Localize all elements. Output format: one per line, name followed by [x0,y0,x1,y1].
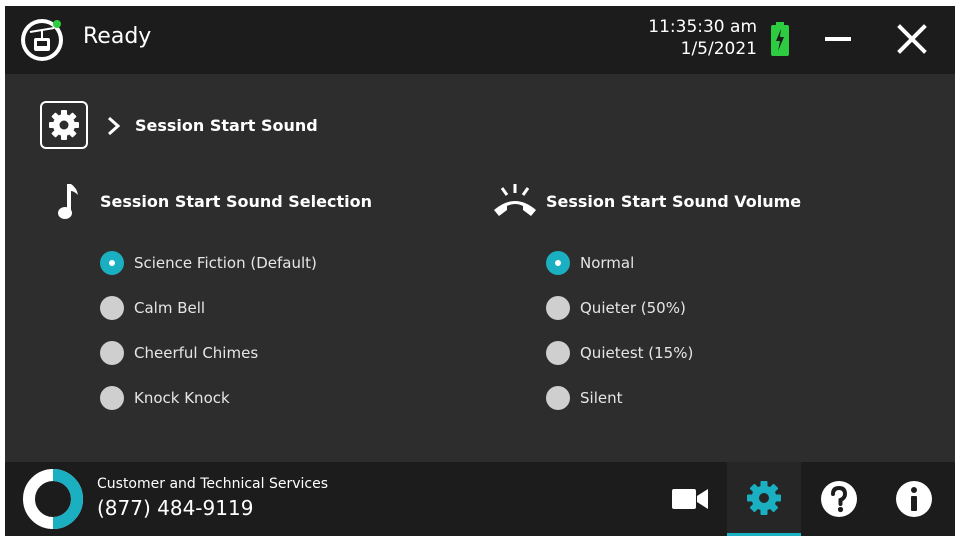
volume-option-quietest[interactable]: Quietest (15%) [546,338,693,368]
support-label: Customer and Technical Services [97,476,329,492]
radio-unselected-icon [100,296,124,320]
option-label: Calm Bell [134,299,206,317]
option-label: Science Fiction (Default) [134,254,317,272]
settings-home-button[interactable] [40,101,88,149]
option-label: Cheerful Chimes [134,344,259,362]
battery-charging-icon [771,22,789,56]
time-text: 11:35:30 am [648,17,757,37]
option-label: Knock Knock [134,389,230,407]
support-phone: (877) 484-9119 [97,496,254,520]
volume-option-silent[interactable]: Silent [546,383,622,413]
chevron-right-icon [108,116,121,136]
sound-option-knock-knock[interactable]: Knock Knock [100,383,230,413]
sound-selection-title: Session Start Sound Selection [100,192,372,211]
option-label: Normal [580,254,635,272]
settings-button[interactable] [727,462,801,536]
radio-selected-icon [546,251,570,275]
volume-option-normal[interactable]: Normal [546,248,634,278]
radio-unselected-icon [546,386,570,410]
minimize-icon [825,37,851,41]
top-bar: Ready 11:35:30 am 1/5/2021 [5,6,955,74]
video-button[interactable] [653,462,727,536]
gear-icon [40,101,88,149]
radio-selected-icon [100,251,124,275]
date-text: 1/5/2021 [680,39,757,59]
sound-option-science-fiction[interactable]: Science Fiction (Default) [100,248,317,278]
info-icon [896,481,932,517]
minimize-button[interactable] [817,24,857,54]
option-label: Quietest (15%) [580,344,694,362]
bottom-bar: Customer and Technical Services (877) 48… [5,462,955,536]
help-icon [821,481,857,517]
option-label: Silent [580,389,623,407]
clock: 11:35:30 am 1/5/2021 [648,16,757,60]
option-label: Quieter (50%) [580,299,686,317]
music-note-icon [58,184,78,219]
radio-unselected-icon [546,296,570,320]
sound-option-cheerful-chimes[interactable]: Cheerful Chimes [100,338,258,368]
video-camera-icon [672,489,708,509]
info-button[interactable] [877,462,951,536]
app-logo-icon [21,19,63,61]
sound-volume-title: Session Start Sound Volume [546,192,802,211]
radio-unselected-icon [100,341,124,365]
close-button[interactable] [893,20,931,58]
page-title: Session Start Sound [135,116,318,135]
radio-unselected-icon [100,386,124,410]
sound-option-calm-bell[interactable]: Calm Bell [100,293,205,323]
help-button[interactable] [802,462,876,536]
brand-ring-icon [23,469,83,529]
ringing-phone-icon [494,184,536,216]
radio-unselected-icon [546,341,570,365]
close-icon [897,24,927,54]
volume-option-quieter[interactable]: Quieter (50%) [546,293,686,323]
gear-icon [747,480,781,515]
status-text: Ready [83,24,152,49]
app-window: Ready 11:35:30 am 1/5/2021 Session Start… [5,6,955,536]
